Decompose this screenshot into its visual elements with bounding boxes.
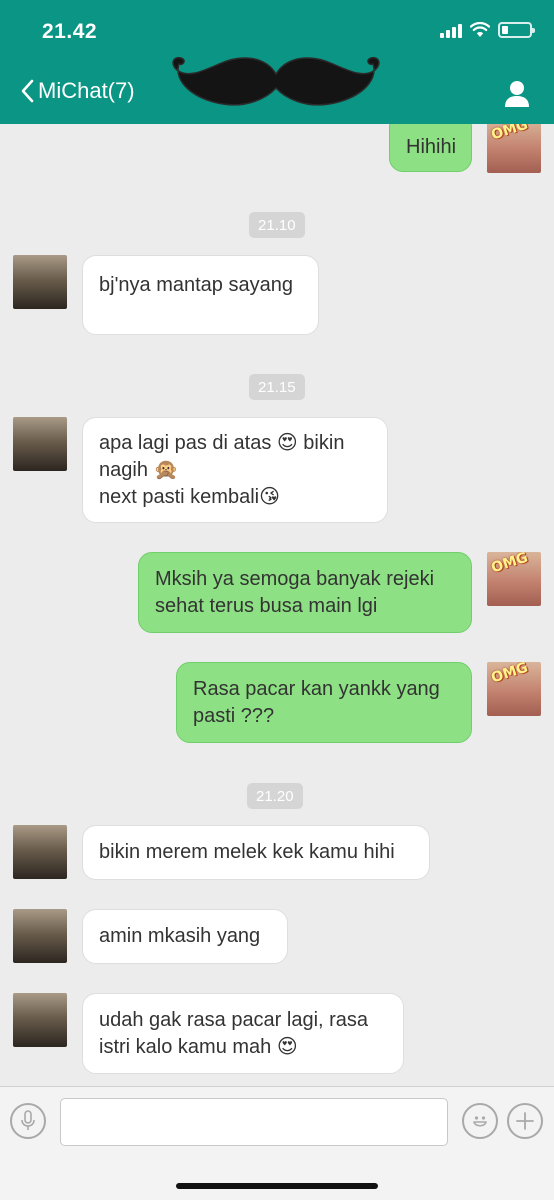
signal-icon	[440, 22, 462, 38]
microphone-icon	[21, 1110, 35, 1130]
contact-avatar[interactable]	[13, 909, 67, 963]
back-button[interactable]: MiChat(7)	[20, 78, 135, 104]
message-composer	[0, 1086, 554, 1200]
message-text: Hihihi	[406, 135, 457, 158]
omg-sticker: OMG	[489, 124, 530, 144]
timestamp: 21.15	[249, 374, 305, 400]
incoming-message[interactable]: bikin merem melek kek kamu hihi	[82, 825, 430, 880]
my-avatar[interactable]: OMG	[487, 124, 541, 173]
app-header: 21.42 MiChat(7)	[0, 0, 554, 124]
mustache-sticker	[172, 56, 380, 106]
status-time: 21.42	[42, 20, 98, 43]
message-text: udah gak rasa pacar lagi, rasa istri kal…	[99, 1008, 369, 1058]
incoming-message[interactable]: udah gak rasa pacar lagi, rasa istri kal…	[82, 993, 404, 1074]
incoming-message[interactable]: apa lagi pas di atas 😍 bikin nagih 🙊 nex…	[82, 417, 388, 523]
wifi-icon	[470, 22, 490, 37]
my-avatar[interactable]: OMG	[487, 662, 541, 716]
chat-area[interactable]: Hihihi OMG 21.10 bj'nya mantap sayang 21…	[0, 124, 554, 1086]
outgoing-message[interactable]: Hihihi	[389, 124, 472, 172]
timestamp: 21.20	[247, 783, 303, 809]
chevron-left-icon	[21, 79, 34, 103]
message-text: apa lagi pas di atas 😍 bikin nagih 🙊 nex…	[99, 431, 345, 508]
contact-avatar[interactable]	[13, 993, 67, 1047]
contact-avatar[interactable]	[13, 825, 67, 879]
back-label: MiChat(7)	[38, 78, 135, 103]
contact-avatar[interactable]	[13, 255, 67, 309]
user-icon[interactable]	[504, 80, 530, 108]
timestamp: 21.10	[249, 212, 305, 238]
omg-sticker: OMG	[489, 662, 530, 687]
battery-icon	[498, 22, 535, 38]
outgoing-message[interactable]: Rasa pacar kan yankk yang pasti ???	[176, 662, 472, 743]
emoji-icon	[473, 1116, 487, 1127]
message-text: Mksih ya semoga banyak rejeki sehat teru…	[155, 567, 435, 617]
omg-sticker: OMG	[489, 552, 530, 577]
voice-button[interactable]	[10, 1103, 46, 1139]
more-button[interactable]	[507, 1103, 543, 1139]
message-text: bj'nya mantap sayang	[99, 274, 293, 296]
my-avatar[interactable]: OMG	[487, 552, 541, 606]
incoming-message[interactable]: bj'nya mantap sayang	[82, 255, 319, 335]
message-text: amin mkasih yang	[99, 925, 261, 947]
home-indicator	[176, 1183, 378, 1189]
status-icons	[440, 22, 535, 38]
incoming-message[interactable]: amin mkasih yang	[82, 909, 288, 964]
message-text: bikin merem melek kek kamu hihi	[99, 841, 395, 863]
plus-icon	[516, 1112, 534, 1130]
contact-avatar[interactable]	[13, 417, 67, 471]
message-input[interactable]	[60, 1098, 448, 1146]
outgoing-message[interactable]: Mksih ya semoga banyak rejeki sehat teru…	[138, 552, 472, 633]
message-text: Rasa pacar kan yankk yang pasti ???	[193, 677, 440, 727]
emoji-button[interactable]	[462, 1103, 498, 1139]
